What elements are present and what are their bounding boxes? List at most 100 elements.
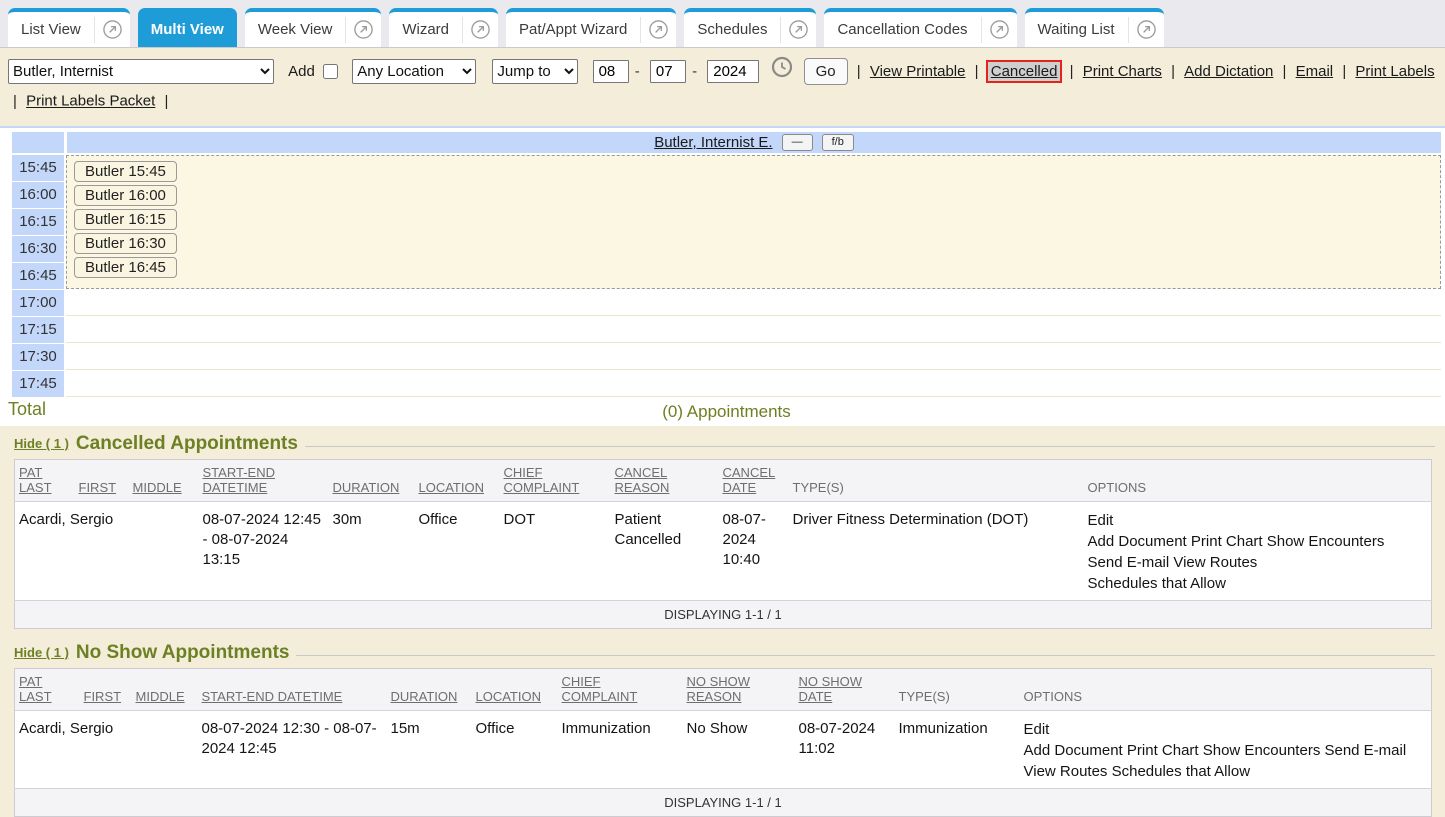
hide-cancelled-link[interactable]: Hide ( 1 ) — [14, 436, 69, 451]
col-header-pat-last[interactable]: PATLAST — [15, 668, 80, 710]
col-header-noshow-date[interactable]: NO SHOWDATE — [795, 668, 895, 710]
tab-label: Cancellation Codes — [824, 21, 980, 38]
slot-button[interactable]: Butler 15:45 — [74, 161, 177, 182]
slot-button[interactable]: Butler 16:45 — [74, 257, 177, 278]
location-select[interactable]: Any Location — [352, 59, 476, 84]
provider-select[interactable]: Butler, Internist — [8, 59, 274, 84]
col-header-chief-complaint[interactable]: CHIEFCOMPLAINT — [558, 668, 683, 710]
tab-label: Wizard — [389, 21, 462, 38]
total-label: Total — [8, 399, 46, 420]
link-print-labels[interactable]: Print Labels — [1355, 63, 1434, 80]
link-email[interactable]: Email — [1296, 63, 1334, 80]
col-header-duration[interactable]: DURATION — [387, 668, 472, 710]
col-header-start-end[interactable]: START-END DATETIME — [198, 668, 387, 710]
slot-button[interactable]: Butler 16:00 — [74, 185, 177, 206]
link-separator: | — [857, 63, 861, 80]
time-slot-label: 16:15 — [12, 209, 64, 235]
date-month-input[interactable] — [593, 60, 629, 83]
paging-info: DISPLAYING 1-1 / 1 — [15, 788, 1432, 816]
grid-body: 15:45 16:00 16:15 16:30 16:45 17:00 17:1… — [12, 155, 1441, 398]
col-header-cancel-date[interactable]: CANCELDATE — [719, 459, 789, 501]
col-header-start-end[interactable]: START-ENDDATETIME — [199, 459, 329, 501]
date-year-input[interactable] — [707, 60, 759, 83]
open-new-window-icon[interactable] — [462, 17, 498, 43]
open-new-window-icon[interactable] — [345, 17, 381, 43]
time-slot-label: 16:00 — [12, 182, 64, 208]
cell-pat-last: Acardi, Sergio — [15, 501, 75, 600]
clock-icon[interactable] — [771, 56, 793, 87]
tab-cancellation-codes[interactable]: Cancellation Codes — [824, 8, 1016, 47]
tab-label: Waiting List — [1025, 21, 1128, 38]
row-options-line[interactable]: Edit — [1024, 719, 1428, 740]
appointments-total: (0) Appointments — [12, 398, 1441, 426]
col-header-location[interactable]: LOCATION — [472, 668, 558, 710]
front-back-button[interactable]: f/b — [822, 134, 854, 151]
tab-schedules[interactable]: Schedules — [684, 8, 816, 47]
paging-row: DISPLAYING 1-1 / 1 — [15, 600, 1432, 628]
row-options-line[interactable]: Schedules that Allow — [1088, 573, 1428, 594]
cell-duration: 15m — [387, 710, 472, 788]
jump-to-select[interactable]: Jump to — [492, 59, 578, 84]
link-cancelled[interactable]: Cancelled — [988, 62, 1061, 81]
col-header-location[interactable]: LOCATION — [415, 459, 500, 501]
row-options-line[interactable]: Add Document Print Chart Show Encounters… — [1024, 740, 1428, 761]
time-slot-label: 16:45 — [12, 263, 64, 289]
tab-multi-view[interactable]: Multi View — [138, 8, 237, 47]
open-schedule-zone[interactable]: Butler 15:45 Butler 16:00 Butler 16:15 B… — [66, 155, 1441, 289]
link-print-labels-packet[interactable]: Print Labels Packet — [26, 93, 155, 110]
col-header-noshow-reason[interactable]: NO SHOWREASON — [683, 668, 795, 710]
add-checkbox[interactable] — [323, 64, 338, 79]
link-view-printable[interactable]: View Printable — [870, 63, 966, 80]
table-row: Acardi, Sergio 08-07-2024 12:45 - 08-07-… — [15, 501, 1432, 600]
col-header-duration[interactable]: DURATION — [329, 459, 415, 501]
cancelled-appointments-table: PATLAST FIRST MIDDLE START-ENDDATETIME D… — [14, 459, 1432, 629]
cell-types: Immunization — [895, 710, 1020, 788]
slot-button[interactable]: Butler 16:15 — [74, 209, 177, 230]
col-header-pat-last[interactable]: PATLAST — [15, 459, 75, 501]
cell-duration: 30m — [329, 501, 415, 600]
row-options-line[interactable]: Add Document Print Chart Show Encounters — [1088, 531, 1428, 552]
row-options-line[interactable]: Send E-mail View Routes — [1088, 552, 1428, 573]
cell-chief-complaint: DOT — [500, 501, 611, 600]
open-new-window-icon[interactable] — [981, 17, 1017, 43]
grid-header-row: Butler, Internist E. — f/b — [12, 132, 1441, 153]
go-button[interactable]: Go — [804, 58, 848, 85]
table-row: Acardi, Sergio 08-07-2024 12:30 - 08-07-… — [15, 710, 1432, 788]
closed-row — [66, 289, 1441, 316]
tab-waiting-list[interactable]: Waiting List — [1025, 8, 1164, 47]
col-header-chief-complaint[interactable]: CHIEFCOMPLAINT — [500, 459, 611, 501]
cell-location: Office — [472, 710, 558, 788]
tab-pat-appt-wizard[interactable]: Pat/Appt Wizard — [506, 8, 676, 47]
tab-week-view[interactable]: Week View — [245, 8, 381, 47]
cell-noshow-date: 08-07-2024 11:02 — [795, 710, 895, 788]
open-new-window-icon[interactable] — [780, 17, 816, 43]
grid-total-row: Total (0) Appointments — [12, 398, 1441, 426]
col-header-middle[interactable]: MIDDLE — [129, 459, 199, 501]
cell-chief-complaint: Immunization — [558, 710, 683, 788]
col-header-first[interactable]: FIRST — [75, 459, 129, 501]
noshow-appointments-table: PATLAST FIRST MIDDLE START-END DATETIME … — [14, 668, 1432, 817]
provider-link[interactable]: Butler, Internist E. — [654, 134, 772, 151]
link-print-charts[interactable]: Print Charts — [1083, 63, 1162, 80]
slot-button[interactable]: Butler 16:30 — [74, 233, 177, 254]
col-header-middle[interactable]: MIDDLE — [132, 668, 198, 710]
open-new-window-icon[interactable] — [640, 17, 676, 43]
link-add-dictation[interactable]: Add Dictation — [1184, 63, 1273, 80]
row-options-line[interactable]: Edit — [1088, 510, 1428, 531]
col-header-cancel-reason[interactable]: CANCELREASON — [611, 459, 719, 501]
open-new-window-icon[interactable] — [1128, 17, 1164, 43]
open-new-window-icon[interactable] — [94, 17, 130, 43]
tab-wizard[interactable]: Wizard — [389, 8, 498, 47]
col-header-first[interactable]: FIRST — [80, 668, 132, 710]
hide-noshow-link[interactable]: Hide ( 1 ) — [14, 645, 69, 660]
cell-cancel-date: 08-07-2024 10:40 — [719, 501, 789, 600]
cell-middle — [129, 501, 199, 600]
grid-corner-cell — [12, 132, 64, 153]
grid-provider-header: Butler, Internist E. — f/b — [67, 132, 1441, 153]
row-options-line[interactable]: View Routes Schedules that Allow — [1024, 761, 1428, 782]
collapse-column-button[interactable]: — — [782, 134, 813, 151]
tab-list-view[interactable]: List View — [8, 8, 130, 47]
col-header-types: TYPE(S) — [789, 459, 1084, 501]
date-separator: - — [692, 63, 697, 80]
date-day-input[interactable] — [650, 60, 686, 83]
